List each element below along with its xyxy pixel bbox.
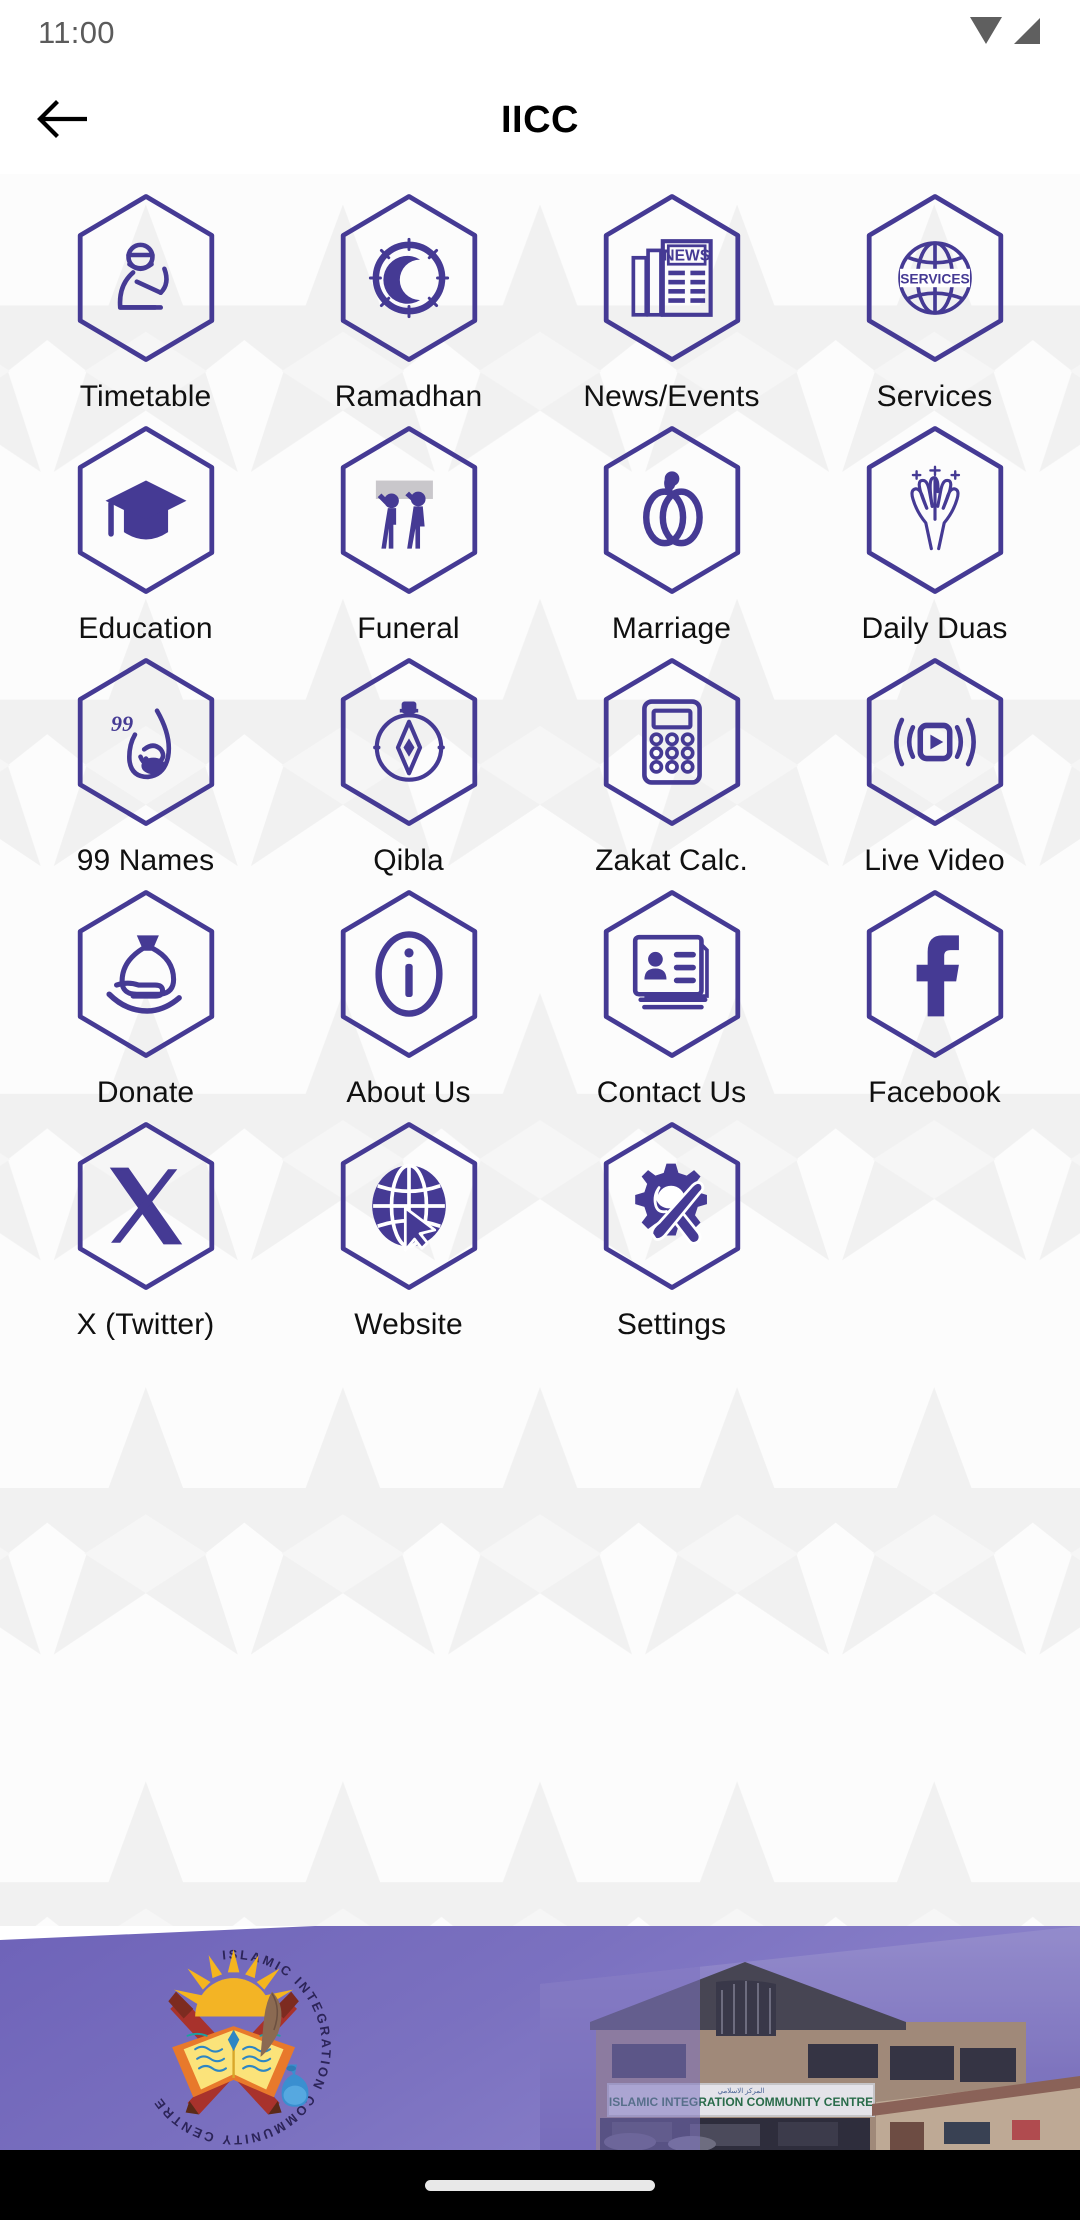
hex-frame	[596, 1120, 748, 1292]
grid-item-label: Funeral	[357, 612, 460, 645]
grid-item-ramadhan[interactable]: Ramadhan	[277, 188, 540, 420]
hex-frame	[859, 656, 1011, 828]
grid-item-x-twitter[interactable]: X (Twitter)	[14, 1116, 277, 1348]
grid-item-label: News/Events	[583, 380, 760, 413]
grid-item-services[interactable]: SERVICES Services	[803, 188, 1066, 420]
hex-frame	[70, 192, 222, 364]
hex-frame	[333, 1120, 485, 1292]
grid-item-daily-duas[interactable]: Daily Duas	[803, 420, 1066, 652]
grid-item-label: Ramadhan	[334, 380, 483, 413]
allah-calligraphy-icon: 99	[100, 696, 192, 788]
app-icon-grid: Timetable Ramadhan NEWS News/Events SERV…	[0, 188, 1080, 1348]
hex-frame	[859, 888, 1011, 1060]
grid-item-timetable[interactable]: Timetable	[14, 188, 277, 420]
globe-services-icon: SERVICES	[889, 232, 981, 324]
grid-item-label: Contact Us	[596, 1076, 747, 1109]
grid-item-empty	[803, 1116, 1066, 1348]
grid-item-label: Settings	[616, 1308, 727, 1341]
grid-item-label: X (Twitter)	[76, 1308, 215, 1341]
hex-frame	[859, 424, 1011, 596]
hex-frame	[596, 656, 748, 828]
hex-frame: NEWS	[596, 192, 748, 364]
back-button[interactable]	[10, 68, 114, 172]
newspaper-icon: NEWS	[626, 232, 718, 324]
bottom-banner[interactable]: ISLAMIC INTEGRATION COMMUNITY CENTRE الم…	[0, 1926, 1080, 2150]
grid-item-funeral[interactable]: Funeral	[277, 420, 540, 652]
grid-item-label: Daily Duas	[861, 612, 1008, 645]
graduation-cap-icon	[100, 464, 192, 556]
hex-frame: SERVICES	[859, 192, 1011, 364]
hex-frame	[70, 888, 222, 1060]
grid-item-label: 99 Names	[76, 844, 215, 877]
services-icon-text: SERVICES	[900, 272, 970, 287]
cellular-signal-icon	[1012, 16, 1042, 51]
praying-person-icon	[100, 232, 192, 324]
grid-item-label: Facebook	[868, 1076, 1001, 1109]
donation-money-bag-icon	[100, 928, 192, 1020]
hex-frame	[70, 424, 222, 596]
system-navigation-bar	[0, 2150, 1080, 2220]
grid-item-label: Qibla	[373, 844, 444, 877]
info-circle-icon	[363, 928, 455, 1020]
grid-item-live-video[interactable]: Live Video	[803, 652, 1066, 884]
grid-item-label: Zakat Calc.	[595, 844, 748, 877]
grid-item-about-us[interactable]: About Us	[277, 884, 540, 1116]
grid-item-label: Donate	[96, 1076, 195, 1109]
live-broadcast-icon	[889, 696, 981, 788]
grid-item-marriage[interactable]: Marriage	[540, 420, 803, 652]
grid-item-label: Live Video	[864, 844, 1005, 877]
grid-item-donate[interactable]: Donate	[14, 884, 277, 1116]
grid-item-contact-us[interactable]: Contact Us	[540, 884, 803, 1116]
grid-item-news-events[interactable]: NEWS News/Events	[540, 188, 803, 420]
home-gesture-pill[interactable]	[425, 2179, 655, 2191]
grid-item-settings[interactable]: Settings	[540, 1116, 803, 1348]
status-bar-icons	[969, 16, 1042, 51]
contact-card-icon	[626, 928, 718, 1020]
page-title: IICC	[501, 98, 579, 141]
hex-frame	[70, 1120, 222, 1292]
grid-item-label: About Us	[346, 1076, 471, 1109]
hex-frame	[596, 888, 748, 1060]
hex-frame	[333, 888, 485, 1060]
grid-item-zakat-calc[interactable]: Zakat Calc.	[540, 652, 803, 884]
grid-item-education[interactable]: Education	[14, 420, 277, 652]
status-bar-clock: 11:00	[38, 15, 115, 50]
globe-cursor-icon	[363, 1160, 455, 1252]
gear-tools-icon	[626, 1160, 718, 1252]
hex-frame	[333, 424, 485, 596]
facebook-f-icon	[889, 928, 981, 1020]
grid-item-label: Education	[78, 612, 213, 645]
99-icon-text: 99	[111, 711, 133, 736]
grid-item-label: Timetable	[79, 380, 212, 413]
app-bar: IICC	[0, 66, 1080, 174]
grid-item-website[interactable]: Website	[277, 1116, 540, 1348]
hex-frame	[333, 656, 485, 828]
wedding-rings-icon	[626, 464, 718, 556]
moon-clock-icon	[363, 232, 455, 324]
grid-item-facebook[interactable]: Facebook	[803, 884, 1066, 1116]
app-grid-area: Timetable Ramadhan NEWS News/Events SERV…	[0, 174, 1080, 1926]
wifi-icon	[969, 16, 1003, 51]
calculator-icon	[626, 696, 718, 788]
app-screen: 11:00 IICC Timetable Ramadhan NEWS News/…	[0, 0, 1080, 2220]
grid-item-99-names[interactable]: 99 99 Names	[14, 652, 277, 884]
back-arrow-icon	[37, 98, 88, 143]
compass-icon	[363, 696, 455, 788]
hex-frame: 99	[70, 656, 222, 828]
praying-hands-icon	[889, 464, 981, 556]
hex-frame	[596, 424, 748, 596]
grid-item-qibla[interactable]: Qibla	[277, 652, 540, 884]
pallbearers-casket-icon	[363, 464, 455, 556]
grid-item-label: Marriage	[611, 612, 732, 645]
newspaper-icon-text: NEWS	[663, 248, 710, 265]
grid-item-label: Services	[876, 380, 993, 413]
grid-item-label: Website	[354, 1308, 463, 1341]
x-twitter-icon	[100, 1160, 192, 1252]
hex-frame	[333, 192, 485, 364]
status-bar: 11:00	[0, 0, 1080, 66]
